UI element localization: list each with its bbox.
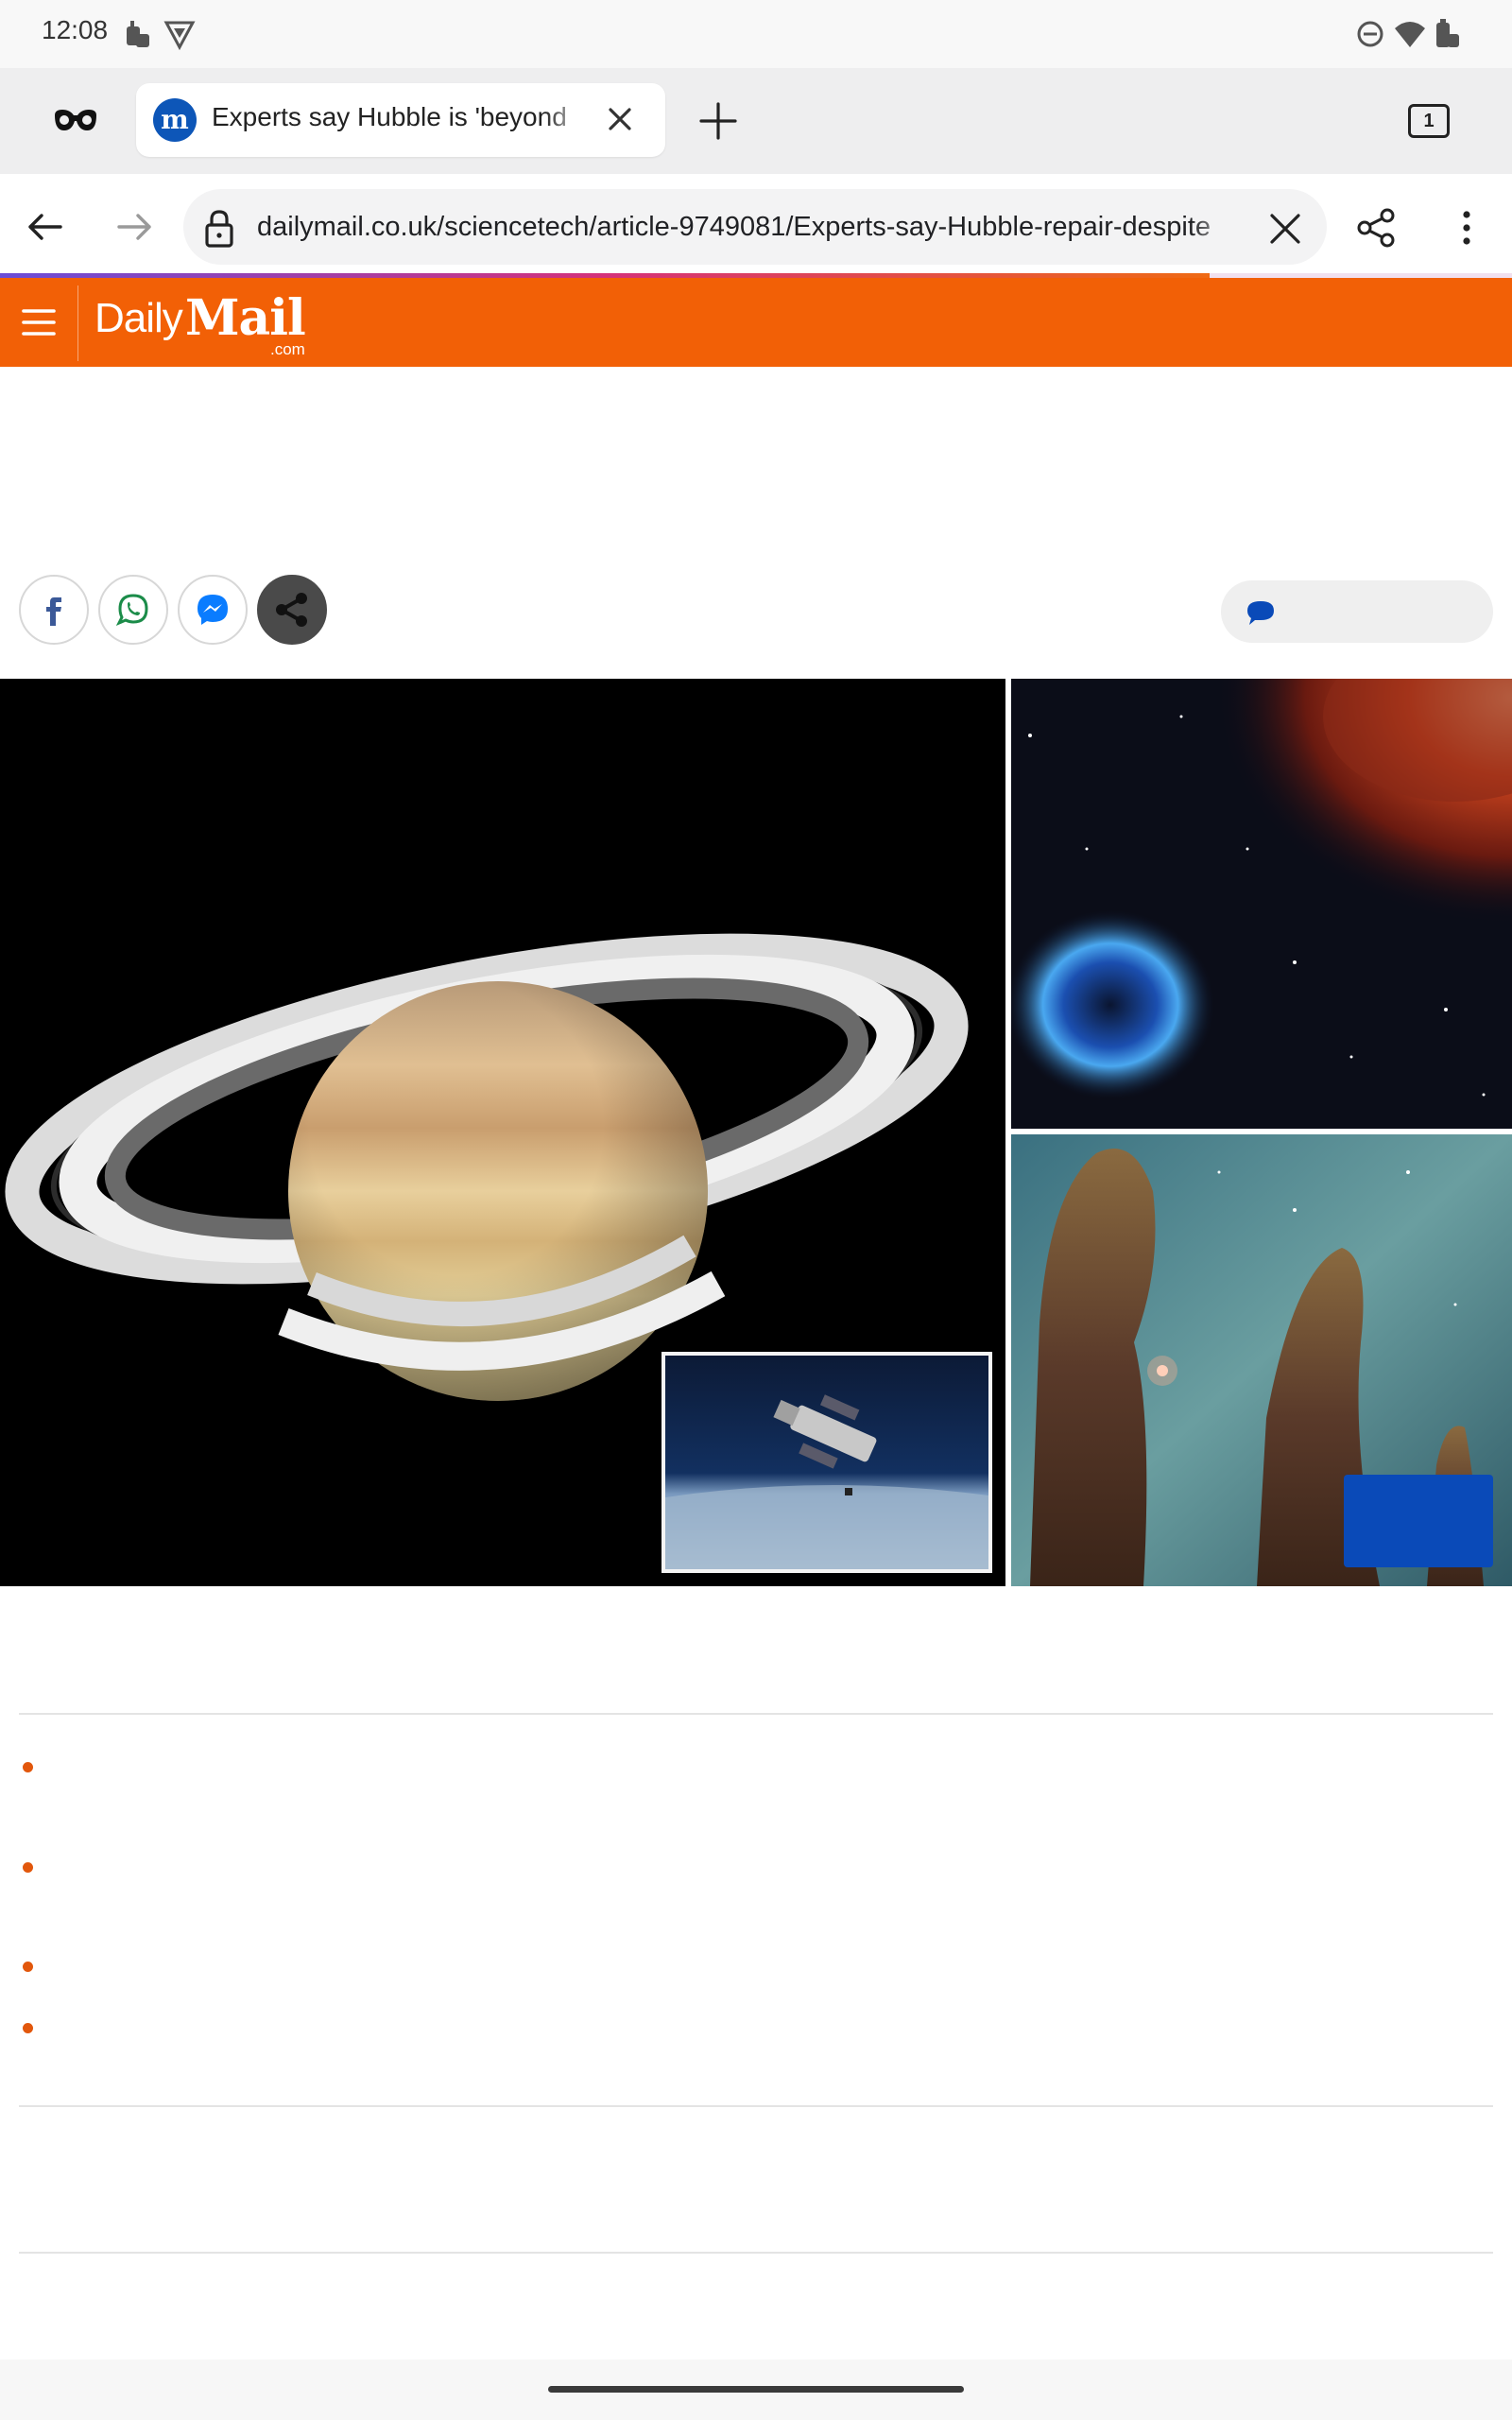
header-divider: [77, 285, 78, 361]
bullet-point: [23, 1962, 33, 1972]
tab-active[interactable]: m Experts say Hubble is 'beyond: [136, 83, 665, 157]
bullets-top-rule: [19, 1713, 1493, 1715]
hamburger-menu-icon[interactable]: [21, 304, 57, 340]
comments-button[interactable]: [1221, 580, 1493, 643]
notification-app-icon: [127, 21, 149, 47]
forward-arrow-icon[interactable]: [113, 206, 155, 248]
logo-com: .com: [270, 340, 305, 358]
overflow-menu-icon[interactable]: [1453, 206, 1480, 250]
nebula-image: [1011, 679, 1512, 1129]
bullet-point: [23, 1862, 33, 1873]
lock-icon[interactable]: [200, 208, 238, 250]
close-tab-icon[interactable]: [603, 102, 637, 136]
bullet-point: [23, 1762, 33, 1772]
whatsapp-share-button[interactable]: [98, 575, 168, 645]
do-not-disturb-icon: [1357, 21, 1383, 47]
new-tab-icon[interactable]: [696, 98, 741, 144]
comment-bubble-icon: [1247, 601, 1274, 625]
url-text[interactable]: dailymail.co.uk/sciencetech/article-9749…: [257, 212, 1240, 243]
share-more-button[interactable]: [257, 575, 327, 645]
home-indicator[interactable]: [548, 2386, 964, 2393]
status-time: 12:08: [42, 15, 109, 44]
logo-mail[interactable]: Mail: [185, 289, 306, 347]
messenger-icon: [198, 595, 228, 625]
incognito-icon[interactable]: [53, 102, 98, 140]
dailymail-favicon-icon: m: [153, 98, 197, 142]
tab-title: Experts say Hubble is 'beyond: [212, 102, 567, 131]
back-arrow-icon[interactable]: [25, 206, 66, 248]
facebook-icon: [46, 597, 61, 626]
share-icon: [276, 593, 307, 627]
bullet-point: [23, 2023, 33, 2033]
bullets-bottom-rule: [19, 2105, 1493, 2107]
status-bar: [0, 0, 1512, 68]
byline-bottom-rule: [19, 2252, 1493, 2254]
logo-daily[interactable]: Daily: [94, 295, 183, 342]
share-page-icon[interactable]: [1355, 206, 1399, 250]
vpn-shield-icon: [163, 21, 196, 51]
hero-image-collage[interactable]: [0, 679, 1512, 1586]
hubble-telescope-inset-image: [662, 1352, 992, 1573]
whatsapp-icon: [115, 594, 148, 626]
clear-url-icon[interactable]: [1264, 208, 1306, 250]
wifi-icon: [1395, 22, 1425, 47]
facebook-share-button[interactable]: [19, 575, 89, 645]
messenger-share-button[interactable]: [178, 575, 248, 645]
tab-switcher-button[interactable]: 1: [1408, 104, 1450, 138]
blue-overlay-block[interactable]: [1344, 1475, 1493, 1567]
battery-icon: [1436, 19, 1459, 47]
